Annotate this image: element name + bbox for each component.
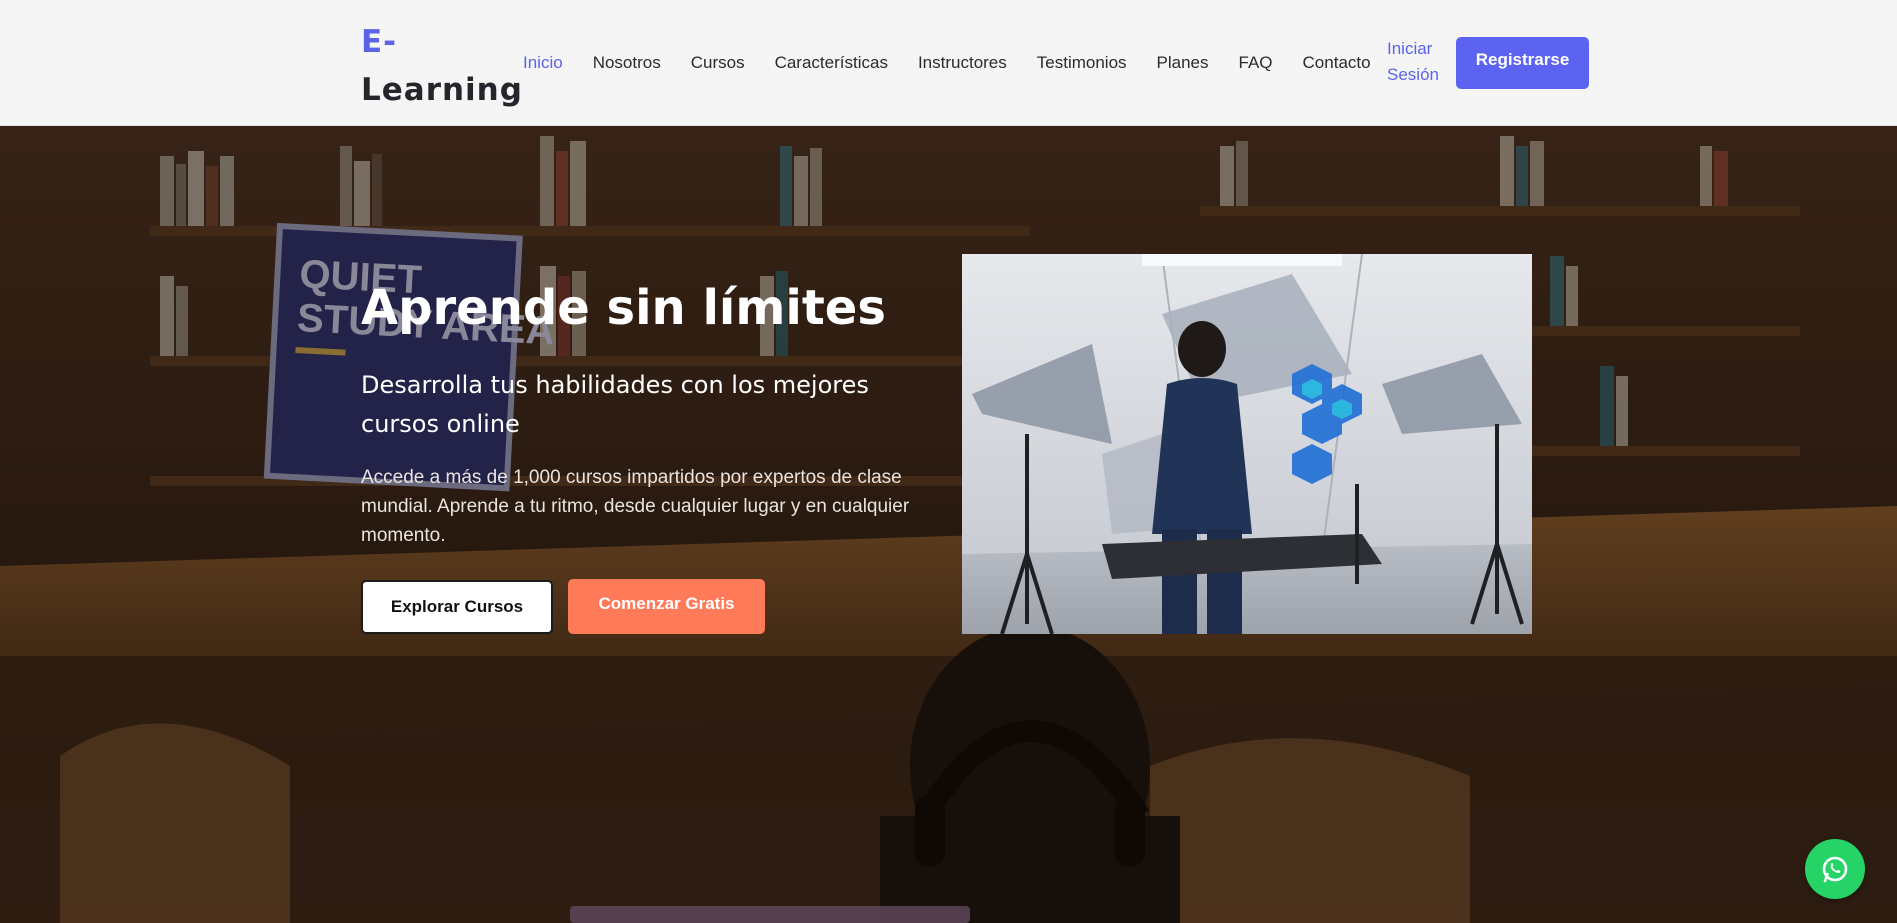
start-free-button[interactable]: Comenzar Gratis (568, 579, 765, 634)
explore-courses-button[interactable]: Explorar Cursos (361, 580, 553, 634)
hero-description: Accede a más de 1,000 cursos impartidos … (361, 467, 910, 546)
login-link[interactable]: Iniciar Sesión (1387, 36, 1451, 88)
brand-logo-accent: E- (361, 24, 398, 60)
nav-item-cursos[interactable]: Cursos (691, 53, 745, 73)
hero-title: Aprende sin límites (361, 280, 886, 336)
nav-item-instructores[interactable]: Instructores (918, 53, 1007, 73)
brand-logo[interactable]: E- Learning (361, 18, 523, 114)
whatsapp-button[interactable] (1805, 839, 1865, 899)
nav-item-contacto[interactable]: Contacto (1303, 53, 1371, 73)
hero-background: QUIET STUDY AREA (0, 126, 1897, 923)
hero-image (962, 254, 1532, 634)
brand-logo-text: Learning (361, 72, 523, 108)
whatsapp-icon (1822, 856, 1848, 883)
main-nav: Inicio Nosotros Cursos Características I… (523, 50, 1371, 76)
nav-item-planes[interactable]: Planes (1157, 53, 1209, 73)
nav-item-faq[interactable]: FAQ (1239, 53, 1273, 73)
hero-subtitle: Desarrolla tus habilidades con los mejor… (361, 371, 869, 438)
nav-item-nosotros[interactable]: Nosotros (593, 53, 661, 73)
nav-item-testimonios[interactable]: Testimonios (1037, 53, 1127, 73)
navbar: E- Learning Inicio Nosotros Cursos Carac… (0, 0, 1897, 126)
nav-item-inicio[interactable]: Inicio (523, 53, 563, 73)
hero-photo-illustration (962, 254, 1532, 634)
nav-item-caracteristicas[interactable]: Características (775, 53, 888, 73)
register-button[interactable]: Registrarse (1456, 37, 1589, 89)
hero-overlay (0, 126, 1897, 923)
